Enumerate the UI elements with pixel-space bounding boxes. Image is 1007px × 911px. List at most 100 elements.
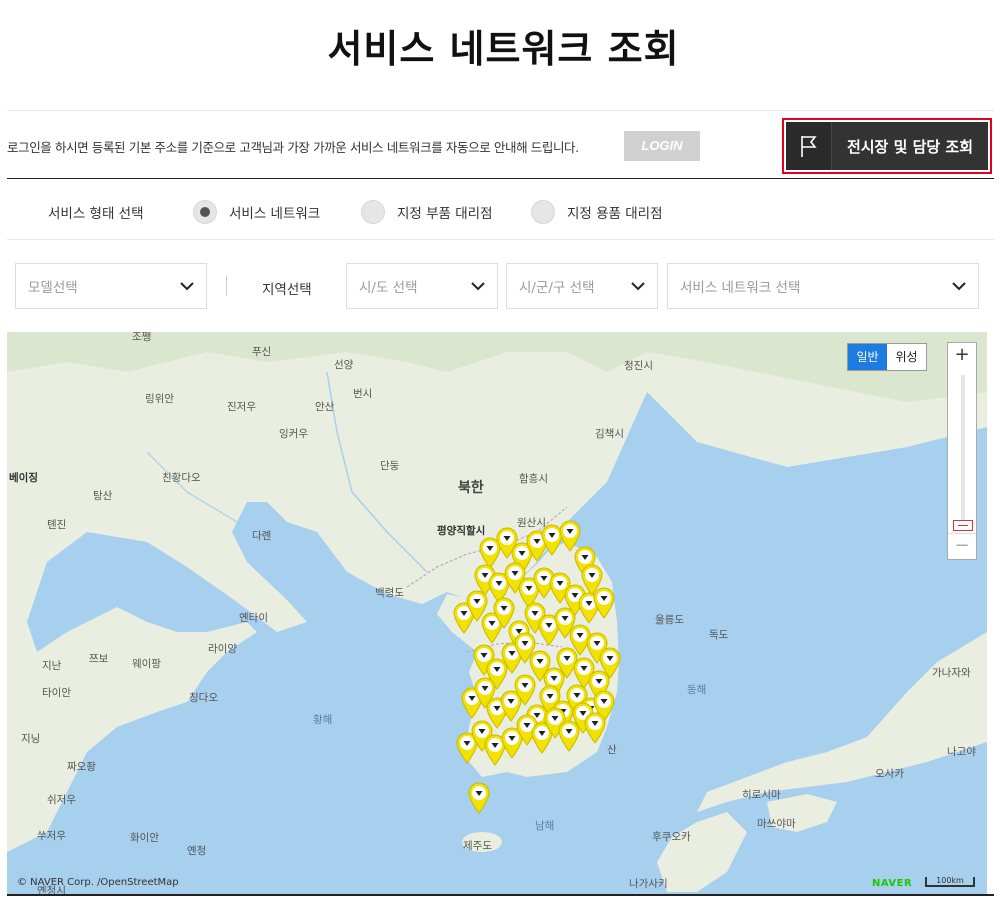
map-label: 라이양 bbox=[208, 643, 237, 655]
map-label: 다롄 bbox=[252, 530, 272, 542]
map-label: 함흥시 bbox=[519, 473, 548, 485]
map-label: 나가사키 bbox=[629, 878, 668, 890]
map-label: 번시 bbox=[353, 388, 373, 400]
login-row: 로그인을 하시면 등록된 기본 주소를 기준으로 고객님과 가장 가까운 서비스… bbox=[7, 116, 994, 176]
map-label: 후쿠오카 bbox=[652, 831, 691, 843]
chevron-down-icon bbox=[471, 281, 485, 290]
divider bbox=[7, 894, 994, 896]
map-label: 지난 bbox=[42, 660, 62, 672]
network-map[interactable]: 조쨍 푸신 선양 번시 청진시 링위안 진저우 안산 잉커우 김책시 베이징 친… bbox=[7, 332, 987, 894]
service-location-marker[interactable] bbox=[592, 587, 616, 619]
chevron-down-icon bbox=[631, 281, 645, 290]
map-label: 단둥 bbox=[380, 460, 400, 472]
login-button[interactable]: LOGIN bbox=[624, 131, 700, 161]
map-scale: 100km bbox=[925, 877, 975, 887]
map-label: 조쨍 bbox=[132, 332, 152, 343]
map-label: 옌타이 bbox=[239, 612, 268, 624]
divider bbox=[7, 110, 994, 111]
zoom-handle[interactable] bbox=[953, 520, 973, 531]
zoom-track[interactable] bbox=[961, 375, 965, 531]
province-select-placeholder: 시/도 선택 bbox=[359, 280, 418, 296]
map-label: 마쓰야마 bbox=[757, 818, 796, 830]
map-label: 나고야 bbox=[947, 746, 976, 758]
network-select[interactable]: 서비스 네트워크 선택 bbox=[667, 263, 979, 309]
map-label: 푸신 bbox=[252, 346, 272, 358]
map-label: 산 bbox=[607, 744, 617, 756]
map-label: 옌청 bbox=[187, 845, 207, 857]
showroom-search-button[interactable]: 전시장 및 담당 조회 bbox=[782, 118, 992, 174]
map-label: 칭다오 bbox=[189, 692, 218, 704]
flag-icon bbox=[786, 122, 832, 170]
service-type-label: 서비스 형태 선택 bbox=[48, 206, 144, 222]
naver-logo: NAVER bbox=[872, 878, 913, 889]
province-select[interactable]: 시/도 선택 bbox=[346, 263, 498, 309]
radio-service-network[interactable]: 서비스 네트워크 bbox=[193, 200, 320, 224]
zoom-out-button[interactable]: − bbox=[948, 533, 976, 559]
showroom-search-label: 전시장 및 담당 조회 bbox=[846, 137, 974, 156]
radio-circle bbox=[193, 200, 217, 224]
chevron-down-icon bbox=[180, 281, 194, 290]
map-type-normal-button[interactable]: 일반 bbox=[848, 344, 887, 370]
map-label: 안산 bbox=[315, 401, 335, 413]
map-label: 타이안 bbox=[42, 687, 71, 699]
map-type-toggle: 일반 위성 bbox=[847, 343, 927, 371]
map-label: 동해 bbox=[687, 684, 707, 696]
page-title: 서비스 네트워크 조회 bbox=[327, 27, 680, 71]
model-select[interactable]: 모델선택 bbox=[15, 263, 207, 309]
map-label: 잉커우 bbox=[279, 428, 308, 440]
map-label: 링위안 bbox=[145, 393, 174, 405]
map-label: 황해 bbox=[313, 714, 333, 726]
map-label: 가나자와 bbox=[932, 667, 971, 679]
map-label: 진저우 bbox=[227, 401, 256, 413]
service-location-marker[interactable] bbox=[583, 712, 607, 744]
map-label: 짜오좡 bbox=[67, 761, 96, 773]
model-select-placeholder: 모델선택 bbox=[28, 280, 78, 296]
map-label: 백령도 bbox=[375, 587, 404, 599]
radio-label: 서비스 네트워크 bbox=[229, 206, 321, 222]
map-label: 쯔보 bbox=[89, 653, 109, 665]
radio-parts-dealer[interactable]: 지정 부품 대리점 bbox=[361, 200, 493, 224]
divider bbox=[226, 276, 227, 296]
divider bbox=[7, 239, 994, 240]
login-message: 로그인을 하시면 등록된 기본 주소를 기준으로 고객님과 가장 가까운 서비스… bbox=[7, 140, 579, 155]
radio-label: 지정 용품 대리점 bbox=[567, 206, 663, 222]
service-type-row: 서비스 형태 선택 서비스 네트워크 지정 부품 대리점 지정 용품 대리점 bbox=[7, 186, 994, 236]
radio-accessory-dealer[interactable]: 지정 용품 대리점 bbox=[531, 200, 663, 224]
map-label: 화이안 bbox=[130, 832, 159, 844]
map-label: 친황다오 bbox=[162, 472, 201, 484]
map-label: 청진시 bbox=[624, 360, 653, 372]
map-label: 탕산 bbox=[93, 490, 113, 502]
map-label: 쑤저우 bbox=[37, 830, 66, 842]
map-label: 평양직할시 bbox=[437, 525, 486, 537]
region-label: 지역선택 bbox=[262, 282, 312, 298]
city-select[interactable]: 시/군/구 선택 bbox=[506, 263, 658, 309]
map-label: 베이징 bbox=[9, 472, 38, 484]
radio-circle bbox=[361, 200, 385, 224]
map-label: 제주도 bbox=[463, 840, 492, 852]
map-label: 울릉도 bbox=[655, 614, 684, 626]
city-select-placeholder: 시/군/구 선택 bbox=[519, 280, 595, 296]
map-label: 오사카 bbox=[875, 768, 904, 780]
map-label: 쉬저우 bbox=[47, 794, 76, 806]
map-label: 히로시마 bbox=[742, 789, 781, 801]
filter-row: 모델선택 지역선택 시/도 선택 시/군/구 선택 서비스 네트워크 선택 bbox=[0, 263, 1007, 309]
network-select-placeholder: 서비스 네트워크 선택 bbox=[680, 280, 801, 296]
map-label: 선양 bbox=[334, 359, 354, 371]
service-location-marker[interactable] bbox=[467, 782, 491, 814]
chevron-down-icon bbox=[952, 281, 966, 290]
service-location-marker[interactable] bbox=[513, 674, 537, 706]
map-type-satellite-button[interactable]: 위성 bbox=[887, 344, 926, 370]
map-label: 톈진 bbox=[47, 519, 67, 531]
map-label: 독도 bbox=[709, 629, 729, 641]
zoom-in-button[interactable]: + bbox=[948, 343, 976, 369]
map-label: 남해 bbox=[535, 820, 555, 832]
map-label: 김책시 bbox=[595, 428, 624, 440]
divider bbox=[7, 178, 994, 179]
radio-label: 지정 부품 대리점 bbox=[397, 206, 493, 222]
map-label: 웨이팡 bbox=[132, 658, 161, 670]
map-label: 지닝 bbox=[21, 733, 41, 745]
map-copyright: © NAVER Corp. /OpenStreetMap bbox=[17, 877, 179, 888]
radio-circle bbox=[531, 200, 555, 224]
zoom-control: + − bbox=[947, 342, 977, 560]
map-label: 북한 bbox=[458, 480, 484, 496]
